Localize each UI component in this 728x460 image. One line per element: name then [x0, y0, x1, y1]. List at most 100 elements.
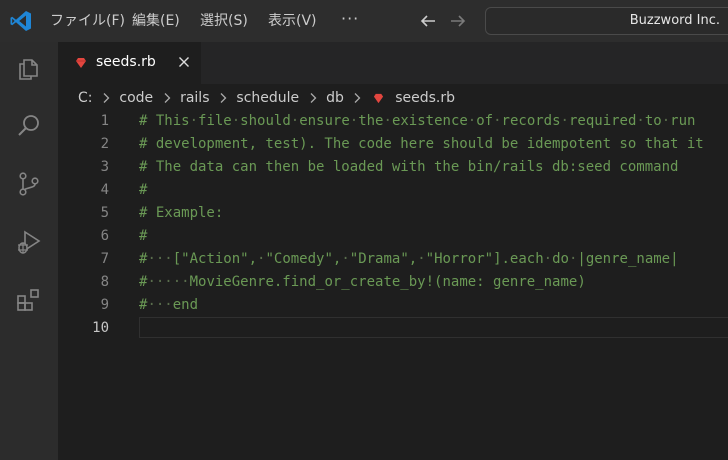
whitespace-marker: · [231, 113, 241, 129]
whitespace-marker: · [661, 113, 671, 129]
code-text: # The data can then be loaded with the b… [139, 156, 678, 179]
menu-file[interactable]: ファイル(F) [50, 12, 125, 30]
chevron-right-icon [310, 93, 317, 103]
editor-tab-bar: seeds.rb [58, 42, 728, 84]
whitespace-marker: · [493, 113, 502, 129]
extensions-icon[interactable] [15, 286, 43, 314]
code-token: do [552, 251, 569, 267]
code-line[interactable]: 3 # The data can then be loaded with the … [58, 156, 728, 179]
menu-view[interactable]: 表示(V) [268, 12, 317, 30]
code-token: ["Action", [172, 251, 258, 267]
breadcrumb-file[interactable]: seeds.rb [395, 88, 455, 108]
code-token: required [568, 113, 637, 129]
tab-label: seeds.rb [96, 54, 156, 70]
code-editor[interactable]: 1 # This·file·should·ensure·the·existence… [58, 110, 728, 460]
code-line[interactable]: 6 # [58, 225, 728, 248]
chevron-right-icon [103, 93, 110, 103]
code-token: # Example: [139, 205, 224, 221]
whitespace-marker: ··· [147, 297, 173, 313]
line-number: 5 [100, 205, 109, 221]
code-line[interactable]: 5 # Example: [58, 202, 728, 225]
chevron-right-icon [354, 93, 361, 103]
code-line[interactable]: 2 # development, test). The code here sho… [58, 133, 728, 156]
code-line[interactable]: 1 # This·file·should·ensure·the·existence… [58, 110, 728, 133]
menu-selection[interactable]: 選択(S) [200, 12, 248, 30]
line-number: 7 [100, 251, 109, 267]
breadcrumb-drive[interactable]: C: [78, 88, 93, 108]
chevron-right-icon [220, 93, 227, 103]
line-number: 8 [100, 274, 109, 290]
code-text: #···end [139, 294, 198, 317]
line-number: 10 [92, 320, 109, 336]
vscode-logo-icon[interactable] [9, 9, 33, 33]
title-bar: ファイル(F) 編集(E) 選択(S) 表示(V) ··· Buzzword I… [0, 0, 728, 42]
code-token: ensure [299, 113, 350, 129]
back-arrow-icon[interactable] [418, 11, 438, 31]
code-text: # [139, 225, 147, 248]
code-token: # development, test). The code here shou… [139, 136, 704, 152]
code-line[interactable]: 10 [58, 317, 728, 340]
code-text: #···["Action",·"Comedy",·"Drama",·"Horro… [139, 248, 679, 271]
breadcrumb-rails[interactable]: rails [180, 88, 209, 108]
line-number: 1 [100, 113, 109, 129]
more-menu-button[interactable]: ··· [341, 9, 359, 28]
whitespace-marker: · [467, 113, 477, 129]
whitespace-marker: · [417, 251, 426, 267]
close-icon[interactable] [176, 54, 192, 70]
breadcrumb-db[interactable]: db [326, 88, 344, 108]
activity-bar [0, 42, 58, 460]
line-number: 6 [100, 228, 109, 244]
code-text: # development, test). The code here shou… [139, 133, 704, 156]
code-token: # [139, 113, 156, 129]
chevron-right-icon [164, 93, 171, 103]
code-token: "Comedy", [265, 251, 342, 267]
ruby-file-icon [373, 93, 383, 103]
code-token: to [644, 113, 662, 129]
code-token: records [501, 113, 561, 129]
code-line[interactable]: 8 #·····MovieGenre.find_or_create_by!(nam… [58, 271, 728, 294]
forward-arrow-icon[interactable] [448, 11, 468, 31]
whitespace-marker: · [341, 251, 350, 267]
search-text: Buzzword Inc. [629, 13, 720, 28]
code-token: run [670, 113, 696, 129]
search-icon[interactable] [15, 112, 43, 140]
whitespace-marker: · [560, 113, 569, 129]
line-number: 4 [100, 182, 109, 198]
code-token: should [240, 113, 291, 129]
whitespace-marker: ····· [147, 274, 190, 290]
code-line[interactable]: 7 #···["Action",·"Comedy",·"Drama",·"Horr… [58, 248, 728, 271]
whitespace-marker: · [543, 251, 553, 267]
code-text: # [139, 179, 147, 202]
source-control-icon[interactable] [15, 170, 43, 198]
code-text: # Example: [139, 202, 223, 225]
whitespace-marker: · [290, 113, 300, 129]
breadcrumb: C: code rails schedule db seeds.rb [78, 88, 455, 108]
whitespace-marker: ··· [147, 251, 173, 267]
run-debug-icon[interactable] [15, 228, 43, 256]
code-token: # [139, 182, 148, 198]
code-token: end [172, 297, 199, 313]
line-number: 2 [100, 136, 109, 152]
ruby-file-icon [76, 58, 86, 68]
command-center-search[interactable]: Buzzword Inc. [485, 7, 728, 35]
tab-seeds-rb[interactable]: seeds.rb [58, 42, 201, 84]
whitespace-marker: · [189, 113, 199, 129]
code-token: of [476, 113, 494, 129]
line-number: 9 [100, 297, 109, 313]
code-line[interactable]: 4 # [58, 179, 728, 202]
code-text: # This·file·should·ensure·the·existence·… [139, 110, 695, 133]
code-token: file [198, 113, 232, 129]
whitespace-marker: · [349, 113, 359, 129]
line-number: 3 [100, 159, 109, 175]
code-text: #·····MovieGenre.find_or_create_by!(name… [139, 271, 586, 294]
explorer-files-icon[interactable] [15, 54, 43, 82]
whitespace-marker: · [383, 113, 392, 129]
breadcrumb-schedule[interactable]: schedule [236, 88, 299, 108]
breadcrumb-code[interactable]: code [119, 88, 153, 108]
code-token: This [155, 113, 190, 129]
whitespace-marker: · [636, 113, 645, 129]
code-token: "Horror"].each [425, 251, 544, 267]
code-line[interactable]: 9 #···end [58, 294, 728, 317]
menu-edit[interactable]: 編集(E) [132, 12, 180, 30]
code-token: the [358, 113, 384, 129]
